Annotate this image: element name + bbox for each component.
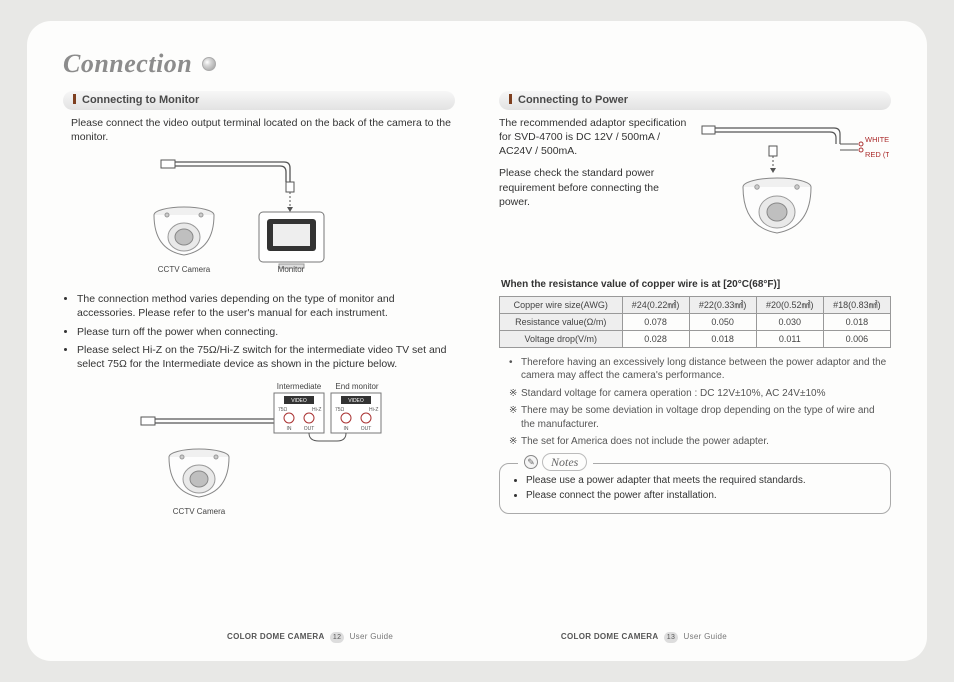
svg-text:OUT: OUT <box>304 426 315 432</box>
heading-accent-icon <box>73 94 76 104</box>
notes-item-1: Please use a power adapter that meets th… <box>526 474 878 488</box>
svg-text:VIDEO: VIDEO <box>291 398 307 404</box>
content-columns: Connecting to Monitor Please connect the… <box>63 91 891 641</box>
svg-text:Hi-Z: Hi-Z <box>369 407 378 413</box>
footer-left: COLOR DOME CAMERA 12 User Guide <box>227 632 393 643</box>
footer-guide-left: User Guide <box>350 632 393 641</box>
post-table-bullet: Therefore having an excessively long dis… <box>509 356 891 383</box>
fig1-monitor-label: Monitor <box>278 265 305 274</box>
footer-product-right: COLOR DOME CAMERA <box>561 632 659 641</box>
table-caption: When the resistance value of copper wire… <box>501 278 891 292</box>
right-column: Connecting to Power The recommended adap… <box>499 91 891 641</box>
heading-power-text: Connecting to Power <box>518 94 628 106</box>
left-column: Connecting to Monitor Please connect the… <box>63 91 455 641</box>
power-intro-2: Please check the standard power requirem… <box>499 166 691 209</box>
star-note-1: Standard voltage for camera operation : … <box>509 387 891 401</box>
monitor-bullet-3: Please select Hi-Z on the 75Ω/Hi-Z switc… <box>77 343 455 371</box>
cell: 0.078 <box>622 313 689 330</box>
table-row: Resistance value(Ω/m) 0.078 0.050 0.030 … <box>500 313 891 330</box>
wire-red-label: RED (TRX+) <box>865 150 889 159</box>
title-bullet-icon <box>202 57 216 71</box>
notes-icon: ✎ <box>524 455 538 469</box>
heading-accent-icon <box>509 94 512 104</box>
footer-guide-right: User Guide <box>684 632 727 641</box>
monitor-bullet-list: The connection method varies depending o… <box>77 292 455 371</box>
page-title-row: Connection <box>63 49 891 79</box>
notes-label-text: Notes <box>542 453 587 471</box>
svg-text:75Ω: 75Ω <box>278 407 288 413</box>
section-heading-power: Connecting to Power <box>499 91 891 110</box>
wire-resistance-table: Copper wire size(AWG) #24(0.22㎟) #22(0.3… <box>499 296 891 348</box>
section-heading-monitor: Connecting to Monitor <box>63 91 455 110</box>
page-number-right: 13 <box>664 632 678 643</box>
row-resistance-label: Resistance value(Ω/m) <box>500 313 623 330</box>
fig1-camera-label: CCTV Camera <box>158 265 211 274</box>
svg-text:IN: IN <box>287 426 292 432</box>
star-note-2: There may be some deviation in voltage d… <box>509 404 891 431</box>
page-title: Connection <box>63 49 192 79</box>
cell: 0.006 <box>823 330 890 347</box>
cell: 0.018 <box>823 313 890 330</box>
svg-text:IN: IN <box>344 426 349 432</box>
table-header-row: Copper wire size(AWG) #24(0.22㎟) #22(0.3… <box>500 296 891 313</box>
manual-page: Connection Connecting to Monitor Please … <box>27 21 927 661</box>
monitor-intro-text: Please connect the video output terminal… <box>71 116 455 144</box>
footer-right: COLOR DOME CAMERA 13 User Guide <box>561 632 727 643</box>
figure-camera-to-monitor: CCTV Camera Monitor <box>63 152 455 282</box>
figure-camera-power: WHITE (TRX−) RED (TRX+) <box>699 116 891 270</box>
svg-text:VIDEO: VIDEO <box>348 398 364 404</box>
cell: 0.050 <box>689 313 756 330</box>
power-notes-list: Therefore having an excessively long dis… <box>509 356 891 449</box>
svg-text:OUT: OUT <box>361 426 372 432</box>
notes-label: ✎ Notes <box>518 453 593 471</box>
notes-item-2: Please connect the power after installat… <box>526 489 878 503</box>
star-note-3: The set for America does not include the… <box>509 435 891 449</box>
footer-product-left: COLOR DOME CAMERA <box>227 632 325 641</box>
svg-text:75Ω: 75Ω <box>335 407 345 413</box>
wire-white-label: WHITE (TRX−) <box>865 135 889 144</box>
th-20: #20(0.52㎟) <box>756 296 823 313</box>
fig2-endmonitor-label: End monitor <box>335 382 378 391</box>
fig2-camera-label: CCTV Camera <box>173 507 226 516</box>
th-24: #24(0.22㎟) <box>622 296 689 313</box>
power-intro-1: The recommended adaptor specification fo… <box>499 116 691 159</box>
power-intro-row: The recommended adaptor specification fo… <box>499 116 891 270</box>
table-row: Voltage drop(V/m) 0.028 0.018 0.011 0.00… <box>500 330 891 347</box>
notes-box: ✎ Notes Please use a power adapter that … <box>499 463 891 514</box>
cell: 0.028 <box>622 330 689 347</box>
fig2-intermediate-label: Intermediate <box>277 382 322 391</box>
page-number-left: 12 <box>330 632 344 643</box>
monitor-bullet-1: The connection method varies depending o… <box>77 292 455 320</box>
th-awg: Copper wire size(AWG) <box>500 296 623 313</box>
heading-monitor-text: Connecting to Monitor <box>82 94 199 106</box>
monitor-bullet-2: Please turn off the power when connectin… <box>77 325 455 339</box>
th-22: #22(0.33㎟) <box>689 296 756 313</box>
cell: 0.011 <box>756 330 823 347</box>
svg-text:Hi-Z: Hi-Z <box>312 407 321 413</box>
cell: 0.018 <box>689 330 756 347</box>
th-18: #18(0.83㎟) <box>823 296 890 313</box>
figure-camera-to-intermediate: Intermediate End monitor VIDEO 75Ω H <box>63 379 455 529</box>
row-voltage-label: Voltage drop(V/m) <box>500 330 623 347</box>
cell: 0.030 <box>756 313 823 330</box>
